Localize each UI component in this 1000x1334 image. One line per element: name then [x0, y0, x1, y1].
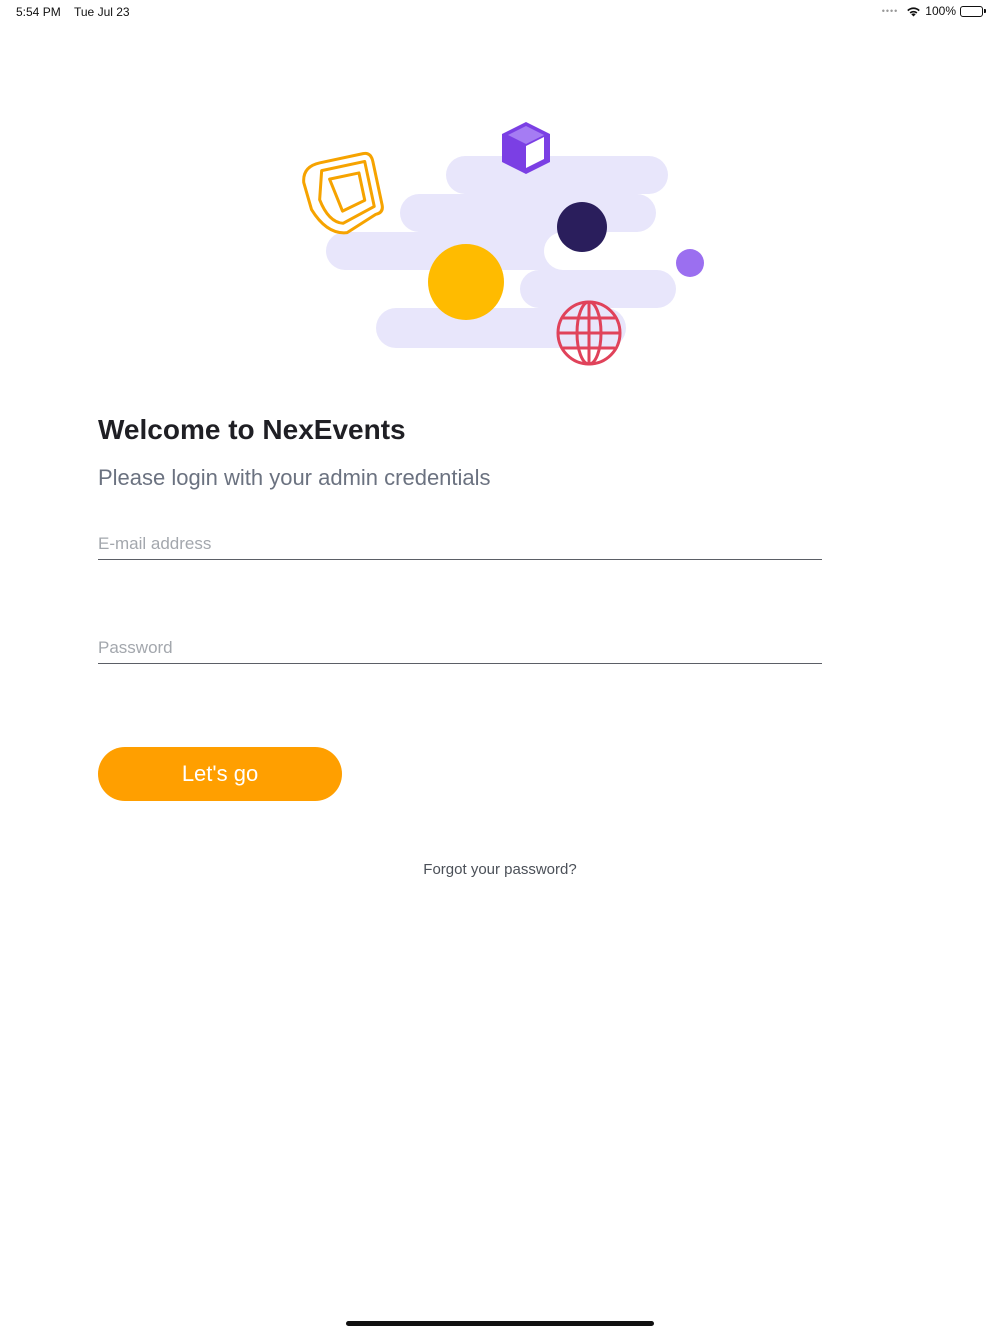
password-field[interactable]	[98, 624, 822, 663]
forgot-password-link[interactable]: Forgot your password?	[0, 861, 1000, 878]
email-field-container	[98, 520, 822, 560]
status-date: Tue Jul 23	[74, 5, 130, 19]
signal-dots-icon: ••••	[881, 6, 899, 16]
sun-circle	[428, 244, 504, 320]
welcome-title: Welcome to NexEvents	[98, 414, 406, 445]
welcome-subtitle: Please login with your admin credentials	[98, 465, 491, 490]
globe-icon	[556, 300, 622, 366]
status-bar: 5:54 PM Tue Jul 23 •••• 100%	[0, 0, 1000, 24]
small-dot	[676, 249, 704, 277]
email-field[interactable]	[98, 520, 822, 559]
login-screen: 5:54 PM Tue Jul 23 •••• 100% Welcome to …	[0, 0, 1000, 1334]
battery-percent: 100%	[925, 4, 956, 18]
wifi-icon	[906, 6, 921, 17]
status-time: 5:54 PM	[16, 5, 61, 19]
login-button[interactable]: Let's go	[98, 747, 342, 801]
hero-illustration	[302, 122, 704, 366]
status-indicators: •••• 100%	[882, 4, 986, 18]
monitor-icon	[302, 151, 384, 235]
home-indicator[interactable]	[346, 1321, 654, 1326]
battery-icon	[960, 5, 986, 17]
password-field-container	[98, 624, 822, 664]
dark-dot	[557, 202, 607, 252]
